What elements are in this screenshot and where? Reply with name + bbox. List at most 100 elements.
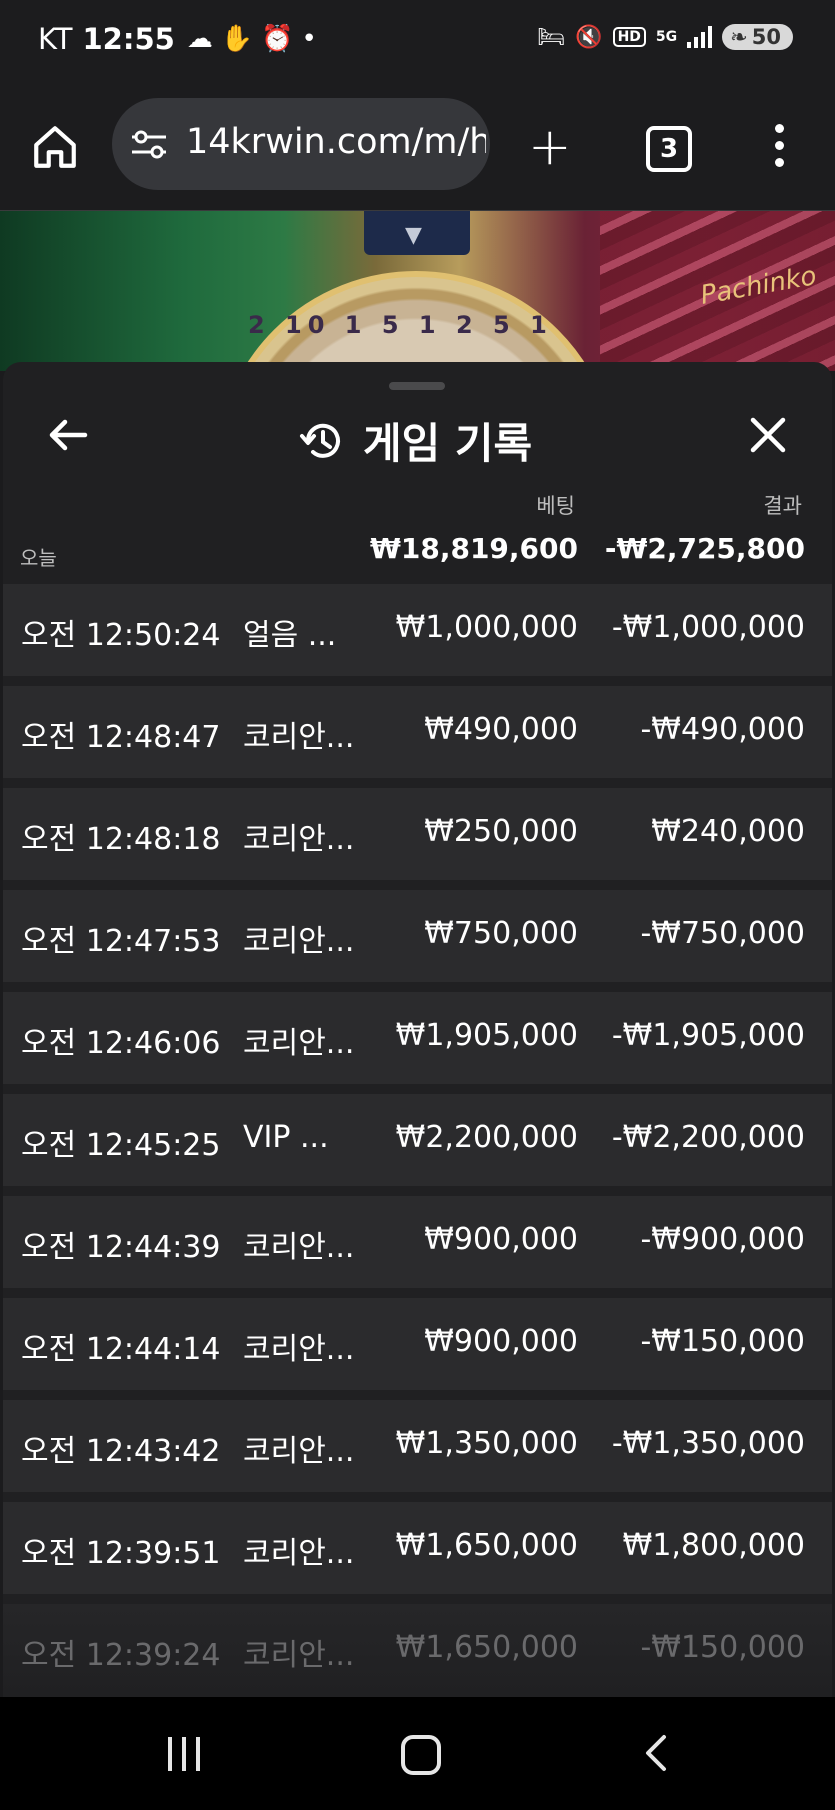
row-game: 코리안... (243, 1332, 355, 1367)
mute-icon: 🔇 (575, 24, 603, 50)
row-game: 코리안... (243, 1026, 355, 1061)
close-icon[interactable] (747, 414, 789, 456)
wheel-numbers: 2 10 1 5 1 2 5 1 (248, 311, 553, 339)
game-background: 2 10 1 5 1 2 5 1 Pachinko ▼ (0, 211, 835, 371)
row-result: -₩150,000 (640, 1630, 805, 1665)
row-game: 코리안... (243, 1230, 355, 1265)
row-time: 오전 12:48:18 (21, 822, 221, 857)
row-bet: ₩900,000 (424, 1222, 578, 1257)
row-game: 코리안... (243, 1536, 355, 1571)
url-text[interactable]: 14krwin.com/m/ho (186, 122, 486, 162)
history-row[interactable]: 오전 12:46:06 코리안... ₩1,905,000 -₩1,905,00… (3, 992, 832, 1084)
row-bet: ₩1,000,000 (395, 610, 578, 645)
row-game: VIP ... (243, 1120, 329, 1155)
back-arrow-icon[interactable] (45, 412, 91, 458)
drag-handle[interactable] (389, 382, 445, 390)
row-time: 오전 12:43:42 (21, 1434, 221, 1469)
back-nav-icon[interactable] (638, 1733, 674, 1773)
row-game: 얼음 ... (243, 618, 337, 653)
row-game: 코리안... (243, 822, 355, 857)
row-time: 오전 12:39:51 (21, 1536, 221, 1571)
leaf-icon: ❧ (730, 25, 748, 49)
history-row[interactable]: 오전 12:50:24 얼음 ... ₩1,000,000 -₩1,000,00… (3, 584, 832, 676)
history-list: 오전 12:50:24 얼음 ... ₩1,000,000 -₩1,000,00… (3, 584, 832, 1697)
row-result: -₩2,200,000 (611, 1120, 805, 1155)
row-bet: ₩2,200,000 (395, 1120, 578, 1155)
history-icon (300, 423, 340, 458)
bed-icon: 🛏 (537, 24, 566, 50)
row-bet: ₩1,905,000 (395, 1018, 578, 1053)
row-time: 오전 12:39:24 (21, 1638, 221, 1673)
row-bet: ₩490,000 (424, 712, 578, 747)
carrier-label: KT (38, 22, 73, 56)
row-game: 코리안... (243, 924, 355, 959)
5g-icon: 5G (655, 29, 678, 45)
system-nav-bar (0, 1697, 835, 1810)
row-game: 코리안... (243, 1434, 355, 1469)
battery-icon: ❧ 50 (722, 24, 793, 50)
alarm-icon: ⏰ (261, 24, 294, 54)
row-game: 코리안... (243, 720, 355, 755)
game-history-sheet: 게임 기록 베팅 결과 오늘 ₩18,819,600 -₩2,725,800 오… (3, 362, 832, 1697)
row-result: -₩750,000 (640, 916, 805, 951)
battery-level: 50 (751, 25, 781, 49)
row-result: ₩240,000 (651, 814, 805, 849)
cloud-icon: ☁ (186, 24, 213, 54)
row-time: 오전 12:48:47 (21, 720, 221, 755)
column-header-result: 결과 (763, 494, 802, 518)
row-time: 오전 12:45:25 (21, 1128, 221, 1163)
history-row[interactable]: 오전 12:45:25 VIP ... ₩2,200,000 -₩2,200,0… (3, 1094, 832, 1186)
row-bet: ₩1,650,000 (395, 1528, 578, 1563)
tab-switcher-button[interactable]: 3 (646, 126, 692, 172)
row-bet: ₩1,350,000 (395, 1426, 578, 1461)
row-result: -₩150,000 (640, 1324, 805, 1359)
row-bet: ₩1,650,000 (395, 1630, 578, 1665)
history-row[interactable]: 오전 12:47:53 코리안... ₩750,000 -₩750,000 (3, 890, 832, 982)
history-row[interactable]: 오전 12:48:47 코리안... ₩490,000 -₩490,000 (3, 686, 832, 778)
home-icon[interactable] (30, 122, 80, 172)
triangle-down-icon[interactable]: ▼ (405, 223, 422, 248)
site-settings-icon[interactable] (130, 128, 168, 160)
column-header-bet: 베팅 (536, 494, 575, 518)
home-nav-icon[interactable] (401, 1735, 441, 1775)
row-result: -₩1,905,000 (611, 1018, 805, 1053)
sheet-header: 게임 기록 (299, 410, 532, 471)
status-left: KT 12:55 ☁ ✋ ⏰ • (38, 22, 325, 56)
row-result: -₩490,000 (640, 712, 805, 747)
today-label: 오늘 (20, 546, 57, 570)
hd-icon: HD (612, 27, 646, 47)
new-tab-icon[interactable]: + (528, 121, 572, 173)
row-bet: ₩900,000 (424, 1324, 578, 1359)
row-result: -₩900,000 (640, 1222, 805, 1257)
row-game: 코리안... (243, 1638, 355, 1673)
history-row[interactable]: 오전 12:39:24 코리안... ₩1,650,000 -₩150,000 (3, 1604, 832, 1696)
row-time: 오전 12:50:24 (21, 618, 221, 653)
status-bar: KT 12:55 ☁ ✋ ⏰ • 🛏 🔇 HD 5G ❧ 50 (0, 0, 835, 88)
status-right: 🛏 🔇 HD 5G ❧ 50 (537, 24, 793, 50)
hand-icon: ✋ (220, 24, 254, 54)
address-bar[interactable]: 14krwin.com/m/ho (112, 98, 490, 190)
row-result: -₩1,000,000 (611, 610, 805, 645)
row-time: 오전 12:47:53 (21, 924, 221, 959)
history-row[interactable]: 오전 12:44:14 코리안... ₩900,000 -₩150,000 (3, 1298, 832, 1390)
history-row[interactable]: 오전 12:48:18 코리안... ₩250,000 ₩240,000 (3, 788, 832, 880)
row-result: ₩1,800,000 (622, 1528, 805, 1563)
dot-icon: • (301, 24, 317, 54)
history-row[interactable]: 오전 12:44:39 코리안... ₩900,000 -₩900,000 (3, 1196, 832, 1288)
history-row[interactable]: 오전 12:39:51 코리안... ₩1,650,000 ₩1,800,000 (3, 1502, 832, 1594)
row-result: -₩1,350,000 (611, 1426, 805, 1461)
row-bet: ₩750,000 (424, 916, 578, 951)
row-time: 오전 12:44:14 (21, 1332, 221, 1367)
total-result: -₩2,725,800 (604, 532, 805, 565)
row-time: 오전 12:46:06 (21, 1026, 221, 1061)
signal-icon (687, 26, 713, 48)
row-bet: ₩250,000 (424, 814, 578, 849)
status-time: 12:55 (82, 22, 175, 56)
row-time: 오전 12:44:39 (21, 1230, 221, 1265)
total-bet: ₩18,819,600 (369, 532, 578, 565)
recents-icon[interactable] (168, 1737, 200, 1771)
more-menu-icon[interactable] (770, 124, 788, 174)
browser-toolbar: 14krwin.com/m/ho + 3 (0, 88, 835, 211)
history-row[interactable]: 오전 12:43:42 코리안... ₩1,350,000 -₩1,350,00… (3, 1400, 832, 1492)
sheet-title: 게임 기록 (363, 419, 533, 468)
